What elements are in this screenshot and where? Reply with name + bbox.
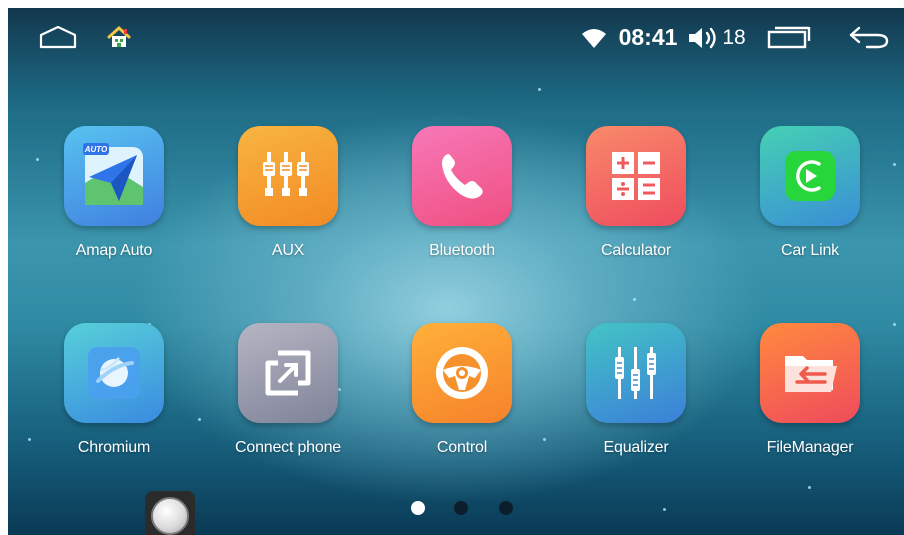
app-label: Amap Auto (75, 242, 153, 259)
app-label: Chromium (77, 439, 151, 456)
home-button[interactable] (38, 22, 78, 52)
star-decoration (28, 438, 31, 441)
steering-wheel-icon (412, 323, 512, 423)
app-label: Bluetooth (429, 242, 495, 259)
equalizer-icon (586, 323, 686, 423)
page-dot-2[interactable] (454, 501, 468, 515)
wifi-status (580, 24, 608, 52)
app-chromium[interactable]: Chromium (32, 323, 192, 483)
assistive-touch-button[interactable] (145, 491, 195, 535)
amap-auto-icon: AUTO (64, 126, 164, 226)
star-decoration (893, 323, 896, 326)
file-manager-icon (760, 323, 860, 423)
status-bar: 08:41 18 (8, 8, 904, 66)
back-arrow-icon (849, 26, 889, 49)
app-aux[interactable]: AUX (206, 126, 366, 286)
app-calculator[interactable]: Calculator (554, 126, 714, 286)
app-label: Car Link (781, 242, 839, 259)
assistive-touch-icon (151, 497, 189, 535)
app-connect-phone[interactable]: Connect phone (206, 323, 366, 483)
app-label: Connect phone (235, 439, 341, 456)
star-decoration (538, 88, 541, 91)
app-equalizer[interactable]: Equalizer (554, 323, 714, 483)
app-label: Control (436, 439, 488, 456)
status-time: 08:41 (618, 23, 678, 50)
star-decoration (808, 486, 811, 489)
volume-icon (689, 27, 716, 49)
back-button[interactable] (844, 22, 894, 52)
app-label: AUX (271, 242, 305, 259)
launcher-home-icon (107, 25, 131, 47)
star-decoration (663, 508, 666, 511)
app-label: Calculator (600, 242, 672, 259)
app-label: Equalizer (603, 439, 669, 456)
launcher-screen: 08:41 18 AUTO Amap Auto AUX Bluetooth Ca… (8, 8, 904, 535)
page-dot-3[interactable] (499, 501, 513, 515)
volume-level: 18 (722, 26, 746, 49)
page-dot-1[interactable] (411, 501, 425, 515)
star-decoration (198, 418, 201, 421)
chromium-icon (64, 323, 164, 423)
app-amap-auto[interactable]: AUTO Amap Auto (32, 126, 192, 286)
bluetooth-phone-icon (412, 126, 512, 226)
star-decoration (633, 298, 636, 301)
wifi-icon (582, 29, 606, 48)
app-label: FileManager (766, 439, 854, 456)
volume-status[interactable] (686, 24, 722, 52)
app-file-manager[interactable]: FileManager (728, 323, 888, 483)
calculator-icon (586, 126, 686, 226)
star-decoration (893, 163, 896, 166)
app-car-link[interactable]: Car Link (728, 126, 888, 286)
launcher-home-button[interactable] (104, 22, 134, 52)
app-bluetooth[interactable]: Bluetooth (380, 126, 540, 286)
svg-text:AUTO: AUTO (84, 145, 108, 154)
car-link-icon (760, 126, 860, 226)
app-control[interactable]: Control (380, 323, 540, 483)
aux-icon (238, 126, 338, 226)
recent-apps-button[interactable] (764, 22, 814, 52)
home-outline-icon (39, 25, 77, 49)
connect-phone-icon (238, 323, 338, 423)
recent-apps-icon (767, 26, 811, 49)
